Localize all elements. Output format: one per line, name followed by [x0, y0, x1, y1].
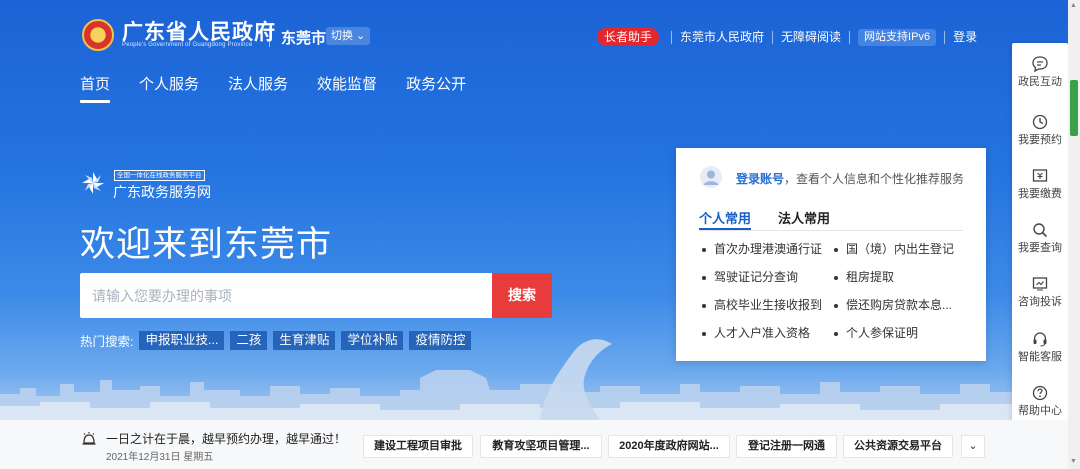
scroll-down-icon[interactable]: ▼ [1070, 458, 1077, 465]
chevron-down-icon: ⌄ [353, 30, 366, 42]
rail-item-payment[interactable]: 我要缴费 [1012, 167, 1068, 201]
chat-icon [1032, 56, 1048, 73]
search-icon [1033, 223, 1048, 238]
top-links: 长者助手 东莞市人民政府 无障碍阅读 网站支持IPv6 登录 [597, 27, 977, 47]
date-text: 2021年12月31日 星期五 [106, 452, 214, 463]
nav-legal-person-services[interactable]: 法人服务 [228, 75, 288, 103]
divider [944, 30, 946, 44]
service-link[interactable]: 驾驶证记分查询 [702, 268, 798, 285]
search-button[interactable]: 搜索 [492, 273, 552, 318]
avatar[interactable] [700, 166, 722, 188]
clock-icon [1032, 114, 1048, 130]
quick-link-public-resources[interactable]: 公共资源交易平台 [843, 435, 953, 458]
login-prompt-text: ，查看个人信息和个性化推荐服务 [784, 172, 965, 186]
site-header: 广东省人民政府 People's Government of Guangdong… [0, 0, 1080, 103]
nav-efficiency-supervision[interactable]: 效能监督 [317, 75, 377, 103]
elder-assistant-button[interactable]: 长者助手 [597, 28, 660, 46]
rail-label: 智能客服 [1018, 351, 1062, 363]
welcome-heading: 欢迎来到东莞市 [80, 225, 333, 264]
headset-icon [1033, 332, 1047, 347]
tab-personal-common[interactable]: 个人常用 [699, 208, 752, 230]
payment-icon [1032, 169, 1048, 182]
login-account-link[interactable]: 登录账号 [736, 172, 784, 186]
hot-search-tag[interactable]: 疫情防控 [409, 331, 472, 350]
page-scrollbar[interactable] [1068, 0, 1080, 469]
rail-item-complaint[interactable]: 咨询投诉 [1012, 275, 1068, 309]
scrollbar-thumb[interactable] [1070, 80, 1078, 136]
service-link[interactable]: 高校毕业生接收报到 [702, 296, 822, 313]
quick-link-construction[interactable]: 建设工程项目审批 [363, 435, 473, 458]
more-links-button[interactable]: ⌄ [961, 435, 985, 458]
hot-search-tag[interactable]: 二孩 [230, 331, 268, 350]
hot-search-tag[interactable]: 生育津贴 [273, 331, 336, 350]
rail-label: 我要查询 [1018, 242, 1062, 254]
rail-label: 政民互动 [1018, 76, 1062, 88]
rail-label: 咨询投诉 [1018, 296, 1062, 308]
accessible-reading-link[interactable]: 无障碍阅读 [781, 28, 841, 46]
main-nav: 首页 个人服务 法人服务 效能监督 政务公开 [80, 75, 466, 103]
service-link[interactable]: 偿还购房贷款本息... [834, 296, 952, 313]
alarm-bell-icon [82, 432, 96, 445]
login-prompt: 登录账号，查看个人信息和个性化推荐服务 [736, 170, 964, 187]
hot-search-tag[interactable]: 学位补贴 [341, 331, 404, 350]
tab-divider [699, 230, 963, 231]
scroll-up-icon[interactable]: ▲ [1070, 2, 1077, 9]
quick-link-education[interactable]: 教育攻坚项目管理... [480, 435, 602, 458]
rail-item-interaction[interactable]: 政民互动 [1012, 55, 1068, 89]
help-icon [1032, 385, 1048, 401]
platform-logo-icon [82, 172, 104, 194]
rail-item-smart-service[interactable]: 智能客服 [1012, 330, 1068, 364]
login-link[interactable]: 登录 [953, 28, 977, 46]
city-switch-button[interactable]: 切换 ⌄ [326, 27, 371, 45]
rail-item-appointment[interactable]: 我要预约 [1012, 113, 1068, 147]
floating-toolbar: 政民互动 我要预约 我要缴费 我要查询 咨询投诉 智能客服 帮助中心 [1012, 43, 1068, 427]
service-link[interactable]: 个人参保证明 [834, 324, 918, 341]
hot-searches: 热门搜索: 申报职业技... 二孩 生育津贴 学位补贴 疫情防控 [80, 331, 472, 350]
rail-label: 帮助中心 [1018, 405, 1062, 417]
nav-government-affairs[interactable]: 政务公开 [406, 75, 466, 103]
rail-item-query[interactable]: 我要查询 [1012, 221, 1068, 255]
divider [269, 27, 270, 47]
platform-tagline: 全国一体化在线政务服务平台 [114, 170, 205, 181]
chevron-down-icon: ⌄ [968, 440, 978, 452]
city-switch-label: 切换 [331, 30, 353, 42]
hot-search-tag[interactable]: 申报职业技... [139, 331, 225, 350]
city-gov-link[interactable]: 东莞市人民政府 [680, 28, 764, 46]
quick-services-card: 登录账号，查看个人信息和个性化推荐服务 个人常用 法人常用 首次办理港澳通行证 … [676, 148, 986, 361]
divider [772, 30, 774, 44]
service-link[interactable]: 国（境）内出生登记 [834, 240, 954, 257]
divider [849, 30, 851, 44]
service-tabs: 个人常用 法人常用 [699, 208, 830, 230]
notice-text: 一日之计在于晨，越早预约办理，越早通过！ [106, 432, 347, 446]
site-subtitle: People's Government of Guangdong Provinc… [122, 42, 253, 48]
nav-personal-services[interactable]: 个人服务 [139, 75, 199, 103]
quick-link-registration[interactable]: 登记注册一网通 [736, 435, 837, 458]
service-link[interactable]: 首次办理港澳通行证 [702, 240, 822, 257]
search-input[interactable] [80, 273, 492, 318]
complaint-icon [1032, 277, 1048, 291]
hot-search-label: 热门搜索: [80, 335, 134, 349]
rail-item-help[interactable]: 帮助中心 [1012, 384, 1068, 418]
quick-link-gov-website[interactable]: 2020年度政府网站... [608, 435, 730, 458]
rail-label: 我要缴费 [1018, 188, 1062, 200]
current-city: 东莞市 [281, 30, 327, 47]
tab-legal-common[interactable]: 法人常用 [778, 208, 830, 230]
ipv6-badge: 网站支持IPv6 [858, 28, 937, 46]
platform-name: 广东政务服务网 [113, 184, 211, 200]
rail-label: 我要预约 [1018, 134, 1062, 146]
nav-home[interactable]: 首页 [80, 75, 111, 103]
service-link[interactable]: 人才入户准入资格 [702, 324, 810, 341]
national-emblem-icon[interactable] [82, 19, 114, 51]
divider [671, 30, 673, 44]
service-link[interactable]: 租房提取 [834, 268, 894, 285]
